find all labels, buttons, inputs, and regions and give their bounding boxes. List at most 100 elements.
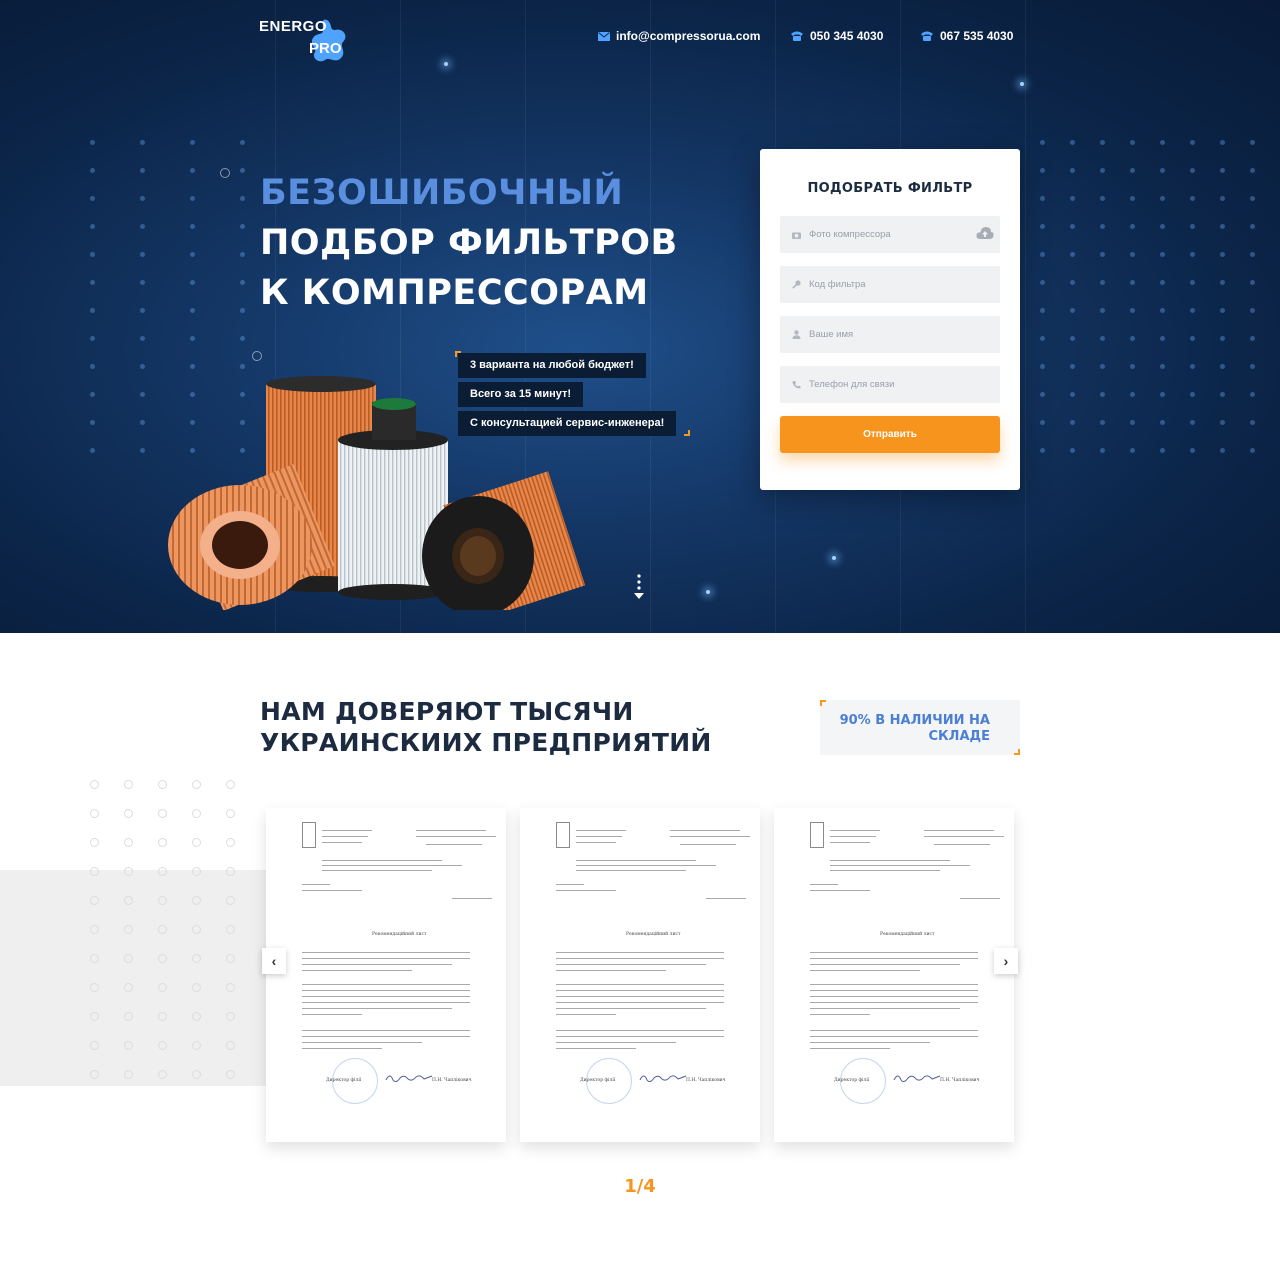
decorative-dot — [1160, 280, 1165, 285]
filter-code-field[interactable] — [780, 266, 1000, 303]
decorative-dot — [190, 308, 195, 313]
submit-button[interactable]: Отправить — [780, 416, 1000, 453]
phone-field[interactable] — [780, 366, 1000, 403]
decorative-dot — [1160, 336, 1165, 341]
letter-text-line — [556, 1014, 616, 1016]
decorative-dot — [158, 983, 167, 992]
carousel-next-button[interactable]: › — [994, 948, 1018, 974]
letter-heading: Рекомендаційний лист — [626, 932, 681, 937]
decorative-dot — [1040, 448, 1045, 453]
logo-text-pro: PRO — [309, 40, 342, 57]
decorative-dot — [158, 780, 167, 789]
decorative-dot — [1130, 448, 1135, 453]
letter-text-line — [576, 860, 696, 862]
decorative-dot — [140, 168, 145, 173]
letter-text-line — [960, 898, 1000, 900]
recommendation-letter-3[interactable]: Рекомендаційний лист Директор філії П.Н. Ч… — [774, 808, 1014, 1142]
logo-text-energo: ENERGO — [259, 18, 328, 35]
decorative-dot — [1100, 308, 1105, 313]
phone-icon — [921, 31, 933, 41]
recommendation-letter-2[interactable]: Рекомендаційний лист Директор філії П.Н. Ч… — [520, 808, 760, 1142]
decorative-dot — [1220, 308, 1225, 313]
decorative-dot — [1070, 364, 1075, 369]
decorative-dot — [1160, 140, 1165, 145]
decorative-dot — [1190, 140, 1195, 145]
decorative-dot — [90, 448, 95, 453]
chevron-left-icon: ‹ — [271, 953, 277, 969]
badge-corner-accent — [820, 700, 826, 706]
signature-mark — [639, 1075, 687, 1083]
decorative-dot — [1130, 168, 1135, 173]
decorative-spark — [444, 62, 448, 66]
decorative-dot — [192, 867, 201, 876]
decorative-dot — [90, 896, 99, 905]
letter-text-line — [556, 952, 724, 954]
decorative-dot — [1100, 168, 1105, 173]
letter-text-line — [934, 844, 990, 846]
decorative-dot — [1040, 224, 1045, 229]
letter-text-line — [556, 958, 724, 960]
decorative-dot — [1130, 252, 1135, 257]
letter-signatory-name: П.Н. Чаплікович — [940, 1078, 980, 1083]
decorative-dot — [1100, 280, 1105, 285]
phone-input[interactable] — [809, 379, 959, 390]
decorative-dot — [1190, 308, 1195, 313]
decorative-dot — [1070, 336, 1075, 341]
decorative-dot — [1220, 140, 1225, 145]
decorative-dot — [1220, 196, 1225, 201]
decorative-dot — [226, 1070, 235, 1079]
letter-text-line — [302, 1042, 422, 1044]
recommendation-letter-1[interactable]: Рекомендаційний лист Директор філії П.Н. Ч… — [266, 808, 506, 1142]
cloud-upload-icon[interactable] — [976, 226, 994, 240]
compressor-filters-image — [168, 376, 586, 610]
decorative-dot — [140, 392, 145, 397]
name-field[interactable] — [780, 316, 1000, 353]
decorative-spark — [1020, 82, 1024, 86]
stock-line-1: 90% В НАЛИЧИИ НА — [839, 713, 990, 728]
decorative-dot — [90, 224, 95, 229]
decorative-dot — [124, 925, 133, 934]
decorative-dot — [240, 140, 245, 145]
decorative-dot — [1160, 196, 1165, 201]
letter-text-line — [302, 970, 412, 972]
carousel-prev-button[interactable]: ‹ — [262, 948, 286, 974]
name-input[interactable] — [809, 329, 959, 340]
letter-text-line — [576, 842, 616, 844]
hero-headline: БЕЗОШИБОЧНЫЙ ПОДБОР ФИЛЬТРОВ К КОМПРЕССО… — [260, 168, 678, 318]
decorative-dot — [90, 838, 99, 847]
scroll-down-indicator[interactable] — [632, 574, 646, 602]
compressor-photo-field[interactable] — [780, 216, 1000, 253]
decorative-dot — [140, 336, 145, 341]
decorative-dot — [1040, 196, 1045, 201]
letter-text-line — [416, 836, 496, 838]
decorative-dot — [226, 954, 235, 963]
letter-text-line — [556, 1030, 724, 1032]
compressor-photo-input[interactable] — [809, 229, 959, 240]
energo-pro-logo[interactable]: ENERGO PRO — [259, 14, 359, 66]
decorative-dot — [1070, 448, 1075, 453]
decorative-dot — [140, 280, 145, 285]
letter-text-line — [706, 898, 746, 900]
letter-text-line — [556, 1042, 676, 1044]
headline-line-1: БЕЗОШИБОЧНЫЙ — [260, 173, 624, 213]
key-icon — [792, 280, 801, 289]
email-link[interactable]: info@compressorua.com — [598, 28, 760, 44]
decorative-dot — [1070, 168, 1075, 173]
letter-stamp — [840, 1058, 886, 1104]
letter-text-line — [924, 836, 1004, 838]
letter-text-line — [830, 836, 876, 838]
letter-heading: Рекомендаційний лист — [880, 932, 935, 937]
decorative-dot — [1220, 364, 1225, 369]
filter-code-input[interactable] — [809, 279, 959, 290]
phone-link-1[interactable]: 050 345 4030 — [790, 28, 883, 44]
decorative-dot — [90, 780, 99, 789]
decorative-dot — [1100, 336, 1105, 341]
decorative-dot — [1070, 224, 1075, 229]
decorative-dot — [192, 896, 201, 905]
decorative-dot — [1040, 392, 1045, 397]
letter-text-line — [556, 1036, 724, 1038]
decorative-dot — [1250, 196, 1255, 201]
decorative-dot — [240, 336, 245, 341]
phone-link-2[interactable]: 067 535 4030 — [920, 28, 1013, 44]
decorative-dot — [1040, 308, 1045, 313]
